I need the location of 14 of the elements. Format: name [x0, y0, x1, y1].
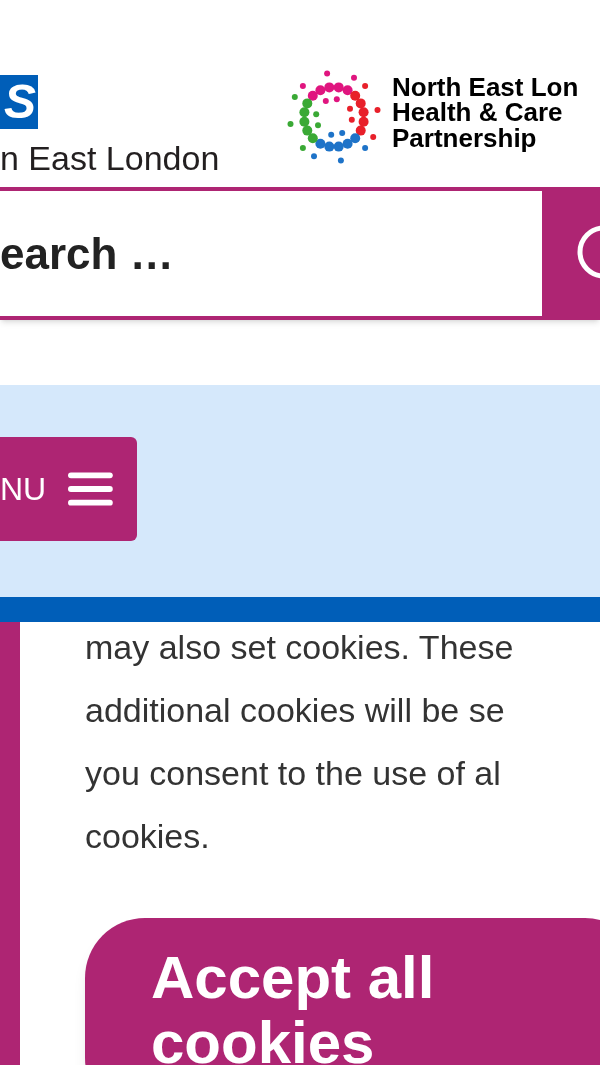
logo-letter: S [4, 78, 36, 126]
partner-logo-text: Partnership [392, 125, 538, 152]
menu-button[interactable]: NU [0, 437, 137, 541]
cookie-text: cookies. [85, 816, 211, 857]
partner-logo-text: North East Lon [392, 75, 579, 101]
menu-icon [68, 472, 113, 506]
cookie-text: you consent to the use of al [85, 753, 502, 794]
accept-cookies-button[interactable]: Accept all cookies [85, 918, 600, 1065]
organisation-name: n East London [0, 141, 221, 175]
cookie-text: may also set cookies. These [85, 627, 515, 668]
cookie-text: additional cookies will be se [85, 690, 506, 731]
search-field[interactable]: earch … [0, 187, 542, 320]
partner-logo-text: Health & Care [392, 100, 564, 126]
search-button[interactable] [542, 187, 600, 320]
